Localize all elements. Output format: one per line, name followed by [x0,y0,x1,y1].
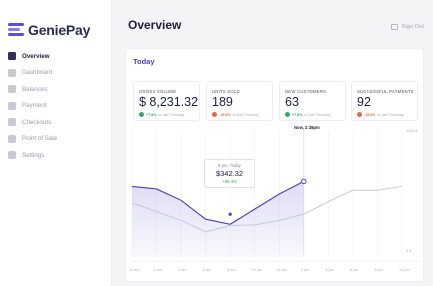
metric-label: Gross Volume [139,89,177,94]
now-point [301,178,307,185]
today-chart: Now, 2:38pm 8 pm, Today $342.32 +55.4% 1… [129,123,420,279]
tooltip-value: $342.32 [215,169,244,178]
page-title: Overview [128,18,182,32]
settings-icon [8,151,16,159]
sidebar-item-settings[interactable]: Settings [8,147,108,163]
balances-icon [8,85,16,93]
sidebar-item-label: Checkouts [22,118,52,126]
chart-svg [131,131,420,262]
x-tick-label: 12 pm [276,268,287,272]
tooltip-point [228,212,232,216]
sidebar-item-label: Payment [22,102,47,109]
x-tick-label: 2 pm [300,268,310,272]
x-tick-label: 10 pm [399,268,410,272]
metric-card[interactable]: New Customers 63 +7.8% vs last Thursday [279,81,346,121]
y-tick-label: 1000 $ [406,129,418,133]
metric-label: Successful Payments [357,89,414,94]
sidebar-item-label: Overview [22,52,50,60]
payment-icon [8,101,16,110]
metric-value: 92 [357,95,371,109]
sidebar-item-label: Settings [22,151,45,159]
x-tick-label: 10 am [251,268,263,272]
now-label: Now, 2:38pm [294,125,320,130]
chart-tooltip: 8 pm, Today $342.32 +55.4% [204,159,255,188]
arrow-up-icon [285,112,290,117]
metric-delta: -15.8% vs last Thursday [357,112,404,117]
today-panel: Today Gross Volume $ 8,231.32 +7.8% vs last… [126,49,423,281]
sidebar-item-dashboard[interactable]: Dashboard [8,65,108,81]
delta-comparison: vs last Thursday [158,112,185,117]
sidebar: GeniePay Overview Dashboard Balances Paymen… [0,0,112,286]
metric-card[interactable]: Units Sold 189 -15.8% vs last Thursday [206,81,273,121]
sign-out-label: Sign Out [401,24,424,30]
metric-label: Units Sold [212,89,240,94]
metric-card[interactable]: Successful Payments 92 -15.8% vs last Thurs… [351,81,418,121]
x-tick-label: 6 pm [349,268,359,272]
x-tick-label: 4 pm [325,268,334,272]
sign-out-button[interactable]: Sign Out [391,24,424,30]
dashboard-icon [8,68,16,77]
arrow-down-icon [212,112,217,117]
sidebar-item-label: Balances [22,85,48,93]
delta-comparison: vs last Thursday [304,112,331,117]
x-tick-label: 2 am [153,268,162,272]
x-tick-label: 8 am [227,268,236,272]
arrow-up-icon [139,112,144,117]
x-tick-label: 8 pm [374,268,383,272]
metric-delta: +7.8% vs last Thursday [285,112,330,117]
panel-title: Today [133,57,155,66]
metric-label: New Customers [285,89,327,94]
point-of-sale-icon [8,134,16,143]
delta-value: +7.8% [146,112,157,117]
sidebar-item-point-of-sale[interactable]: Point of Sale [8,131,108,147]
x-tick-label: 6 am [202,268,212,272]
sidebar-item-label: Point of Sale [22,135,58,142]
logo[interactable]: GeniePay [8,22,90,38]
sidebar-item-checkouts[interactable]: Checkouts [8,114,108,130]
sidebar-item-balances[interactable]: Balances [8,81,108,97]
metric-value: 63 [285,95,299,109]
arrow-down-icon [357,112,362,117]
sidebar-item-overview[interactable]: Overview [8,48,108,64]
delta-value: -15.8% [219,112,231,117]
metric-value: $ 8,231.32 [139,95,199,109]
delta-comparison: vs last Thursday [232,112,259,117]
delta-value: -15.8% [364,112,376,117]
delta-comparison: vs last Thursday [377,112,404,117]
tooltip-time: 8 pm, Today [218,163,241,168]
brand-name: GeniePay [28,22,91,38]
metric-delta: -15.8% vs last Thursday [212,112,259,117]
x-tick-label: 4 am [178,268,187,272]
metric-value: 189 [212,95,233,109]
metric-delta: +7.8% vs last Thursday [139,112,184,117]
sign-out-icon [391,24,399,30]
sidebar-nav: Overview Dashboard Balances Payment Checkout… [8,48,108,164]
sidebar-item-label: Dashboard [22,69,53,76]
overview-icon [8,52,16,60]
tooltip-delta: +55.4% [222,179,237,184]
metric-card[interactable]: Gross Volume $ 8,231.32 +7.8% vs last Thurs… [133,81,200,121]
genie-logo-icon [8,23,24,37]
y-tick-label: 0 $ [406,249,412,253]
sidebar-item-payment[interactable]: Payment [8,98,108,114]
x-tick-label: 12 am [129,268,140,272]
delta-value: +7.8% [292,112,303,117]
today-area [132,181,304,257]
checkouts-icon [8,118,16,126]
main-area: Overview Sign Out Today Gross Volume $ 8,… [112,0,433,286]
